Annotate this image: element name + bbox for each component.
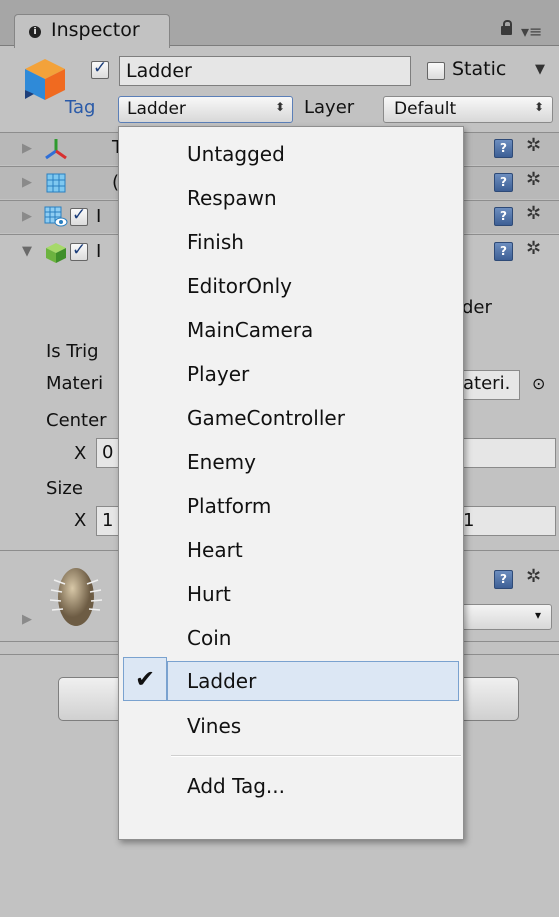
size-x-label: X	[74, 510, 87, 531]
panel-menu-icon[interactable]: ▾≡	[521, 22, 542, 41]
active-checkbox[interactable]	[91, 58, 109, 79]
dropdown-item-enemy[interactable]: Enemy	[119, 443, 463, 483]
mesh-grid-icon	[46, 173, 66, 193]
dropdown-item-coin[interactable]: Coin	[119, 619, 463, 659]
collider-cube-icon	[46, 243, 66, 263]
foldout-open-arrow-icon[interactable]: ▼	[22, 244, 32, 259]
tab-inspector[interactable]: i Inspector	[14, 14, 170, 48]
gear-icon[interactable]: ✲	[526, 169, 541, 190]
component-enabled-checkbox[interactable]	[70, 240, 88, 261]
foldout-arrow-icon[interactable]: ▶	[22, 209, 32, 224]
help-icon[interactable]: ?	[494, 570, 513, 589]
gear-icon[interactable]: ✲	[526, 566, 541, 587]
component-name: I	[96, 206, 102, 227]
transform-icon	[45, 139, 67, 160]
tag-select[interactable]: Ladder	[118, 96, 293, 123]
foldout-arrow-icon[interactable]: ▶	[22, 141, 32, 156]
help-icon[interactable]: ?	[494, 139, 513, 158]
object-name-field[interactable]: Ladder	[119, 56, 411, 86]
help-icon[interactable]: ?	[494, 242, 513, 261]
material-sphere-icon	[49, 568, 103, 626]
center-label: Center	[46, 410, 107, 431]
size-label: Size	[46, 478, 83, 499]
dropdown-item-respawn[interactable]: Respawn	[119, 179, 463, 219]
layer-select[interactable]: Default	[383, 96, 553, 123]
layer-label: Layer	[304, 97, 355, 118]
tag-dropdown-menu: Untagged Respawn Finish EditorOnly MainC…	[118, 126, 464, 840]
mesh-renderer-icon	[44, 206, 68, 227]
center-x-label: X	[74, 443, 87, 464]
static-label: Static	[452, 58, 507, 80]
dropdown-item-player[interactable]: Player	[119, 355, 463, 395]
dropdown-item-heart[interactable]: Heart	[119, 531, 463, 571]
gear-icon[interactable]: ✲	[526, 238, 541, 259]
dropdown-item-gamecontroller[interactable]: GameController	[119, 399, 463, 439]
dropdown-item-editoronly[interactable]: EditorOnly	[119, 267, 463, 307]
dropdown-separator-highlight	[171, 756, 461, 757]
dropdown-item-untagged[interactable]: Untagged	[119, 135, 463, 175]
component-enabled-checkbox[interactable]	[70, 205, 88, 226]
material-label: Materi	[46, 373, 104, 394]
dropdown-item-ladder[interactable]: Ladder	[167, 661, 459, 701]
collider-type-label: der	[462, 297, 492, 318]
component-name: I	[96, 241, 102, 262]
dropdown-item-hurt[interactable]: Hurt	[119, 575, 463, 615]
static-checkbox[interactable]	[427, 62, 445, 80]
chevron-down-icon: ▾	[535, 608, 542, 622]
dropdown-item-maincamera[interactable]: MainCamera	[119, 311, 463, 351]
checkmark-icon: ✔	[123, 657, 167, 701]
gameobject-cube-icon	[25, 59, 65, 100]
gear-icon[interactable]: ✲	[526, 135, 541, 156]
lock-icon[interactable]	[501, 20, 512, 35]
layer-select-arrow-icon: ⬍	[534, 100, 545, 114]
help-icon[interactable]: ?	[494, 173, 513, 192]
tag-select-arrow-icon: ⬍	[275, 100, 286, 114]
tag-label: Tag	[65, 97, 96, 118]
tab-label: Inspector	[51, 19, 140, 41]
foldout-arrow-icon[interactable]: ▶	[22, 612, 32, 627]
tab-bar: i Inspector ▾≡	[0, 0, 559, 48]
dropdown-item-finish[interactable]: Finish	[119, 223, 463, 263]
info-icon: i	[29, 26, 41, 38]
static-dropdown-arrow-icon[interactable]: ▼	[535, 62, 545, 77]
material-value: ateri.	[463, 373, 511, 394]
gear-icon[interactable]: ✲	[526, 203, 541, 224]
dropdown-item-vines[interactable]: Vines	[119, 707, 463, 747]
dropdown-item-add-tag[interactable]: Add Tag...	[119, 767, 463, 807]
object-picker-icon[interactable]: ⊙	[532, 374, 545, 393]
dropdown-item-platform[interactable]: Platform	[119, 487, 463, 527]
foldout-arrow-icon[interactable]: ▶	[22, 175, 32, 190]
help-icon[interactable]: ?	[494, 207, 513, 226]
is-trigger-label: Is Trig	[46, 341, 99, 362]
